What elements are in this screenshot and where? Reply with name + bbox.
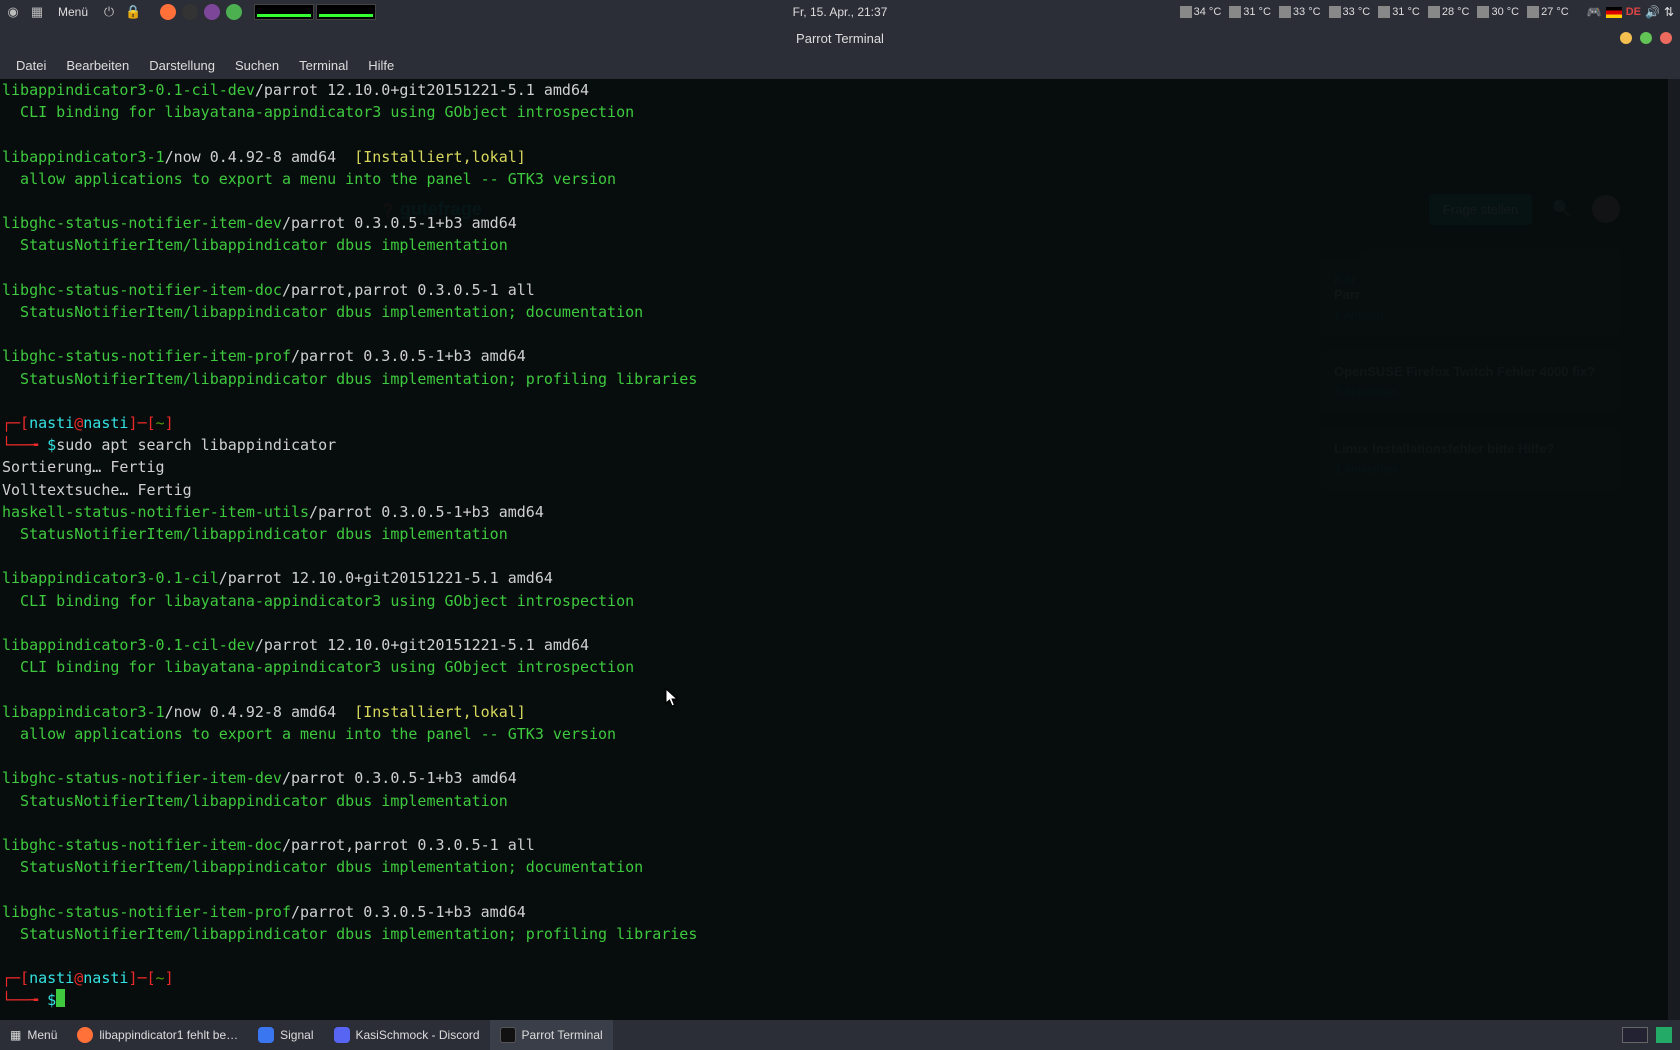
- volume-icon[interactable]: 🔊: [1645, 5, 1660, 19]
- taskbar-item-discord[interactable]: KasiSchmock - Discord: [324, 1020, 490, 1050]
- top-panel: ◉ ▦ Menü ⏻ 🔒 Fr, 15. Apr., 21:37 34 °C 3…: [0, 0, 1680, 24]
- menu-view[interactable]: Darstellung: [139, 54, 225, 77]
- window-maximize-icon[interactable]: [1640, 32, 1652, 44]
- tor-icon[interactable]: [204, 4, 220, 20]
- temp-sensor: 30 °C: [1475, 6, 1521, 18]
- system-monitor-applet[interactable]: [254, 4, 376, 20]
- signal-icon: [258, 1027, 274, 1043]
- taskbar-item-terminal[interactable]: Parrot Terminal: [490, 1020, 613, 1050]
- temp-sensor: 33 °C: [1327, 6, 1373, 18]
- workspace-switcher[interactable]: [1622, 1027, 1648, 1043]
- app-icon[interactable]: [226, 4, 242, 20]
- keyboard-layout-label: DE: [1626, 6, 1641, 18]
- window-title: Parrot Terminal: [796, 31, 884, 46]
- taskbar-menu[interactable]: ▦ Menü: [0, 1020, 67, 1050]
- menu-help[interactable]: Hilfe: [358, 54, 404, 77]
- temp-sensor: 33 °C: [1277, 6, 1323, 18]
- terminal-menubar: Datei Bearbeiten Darstellung Suchen Term…: [0, 52, 1680, 79]
- menu-terminal[interactable]: Terminal: [289, 54, 358, 77]
- temp-sensor: 27 °C: [1525, 6, 1571, 18]
- parrot-logo-icon[interactable]: ◉: [4, 3, 22, 21]
- menu-file[interactable]: Datei: [6, 54, 56, 77]
- net-graph: [316, 4, 376, 20]
- menu-button[interactable]: Menü: [52, 5, 94, 19]
- window-close-icon[interactable]: [1660, 32, 1672, 44]
- firefox-icon: [77, 1027, 93, 1043]
- temp-sensor: 34 °C: [1178, 6, 1224, 18]
- taskbar-item-firefox[interactable]: libappindicator1 fehlt be…: [67, 1020, 248, 1050]
- firefox-icon[interactable]: [160, 4, 176, 20]
- apps-grid-icon: ▦: [10, 1028, 21, 1042]
- power-icon[interactable]: ⏻: [100, 3, 118, 21]
- cpu-graph: [254, 4, 314, 20]
- taskbar-item-signal[interactable]: Signal: [248, 1020, 323, 1050]
- keyboard-layout-flag-icon[interactable]: [1606, 7, 1622, 18]
- terminal-icon: [500, 1027, 516, 1043]
- temp-sensor: 28 °C: [1426, 6, 1472, 18]
- taskbar: ▦ Menü libappindicator1 fehlt be… Signal…: [0, 1020, 1680, 1050]
- network-icon[interactable]: ⇅: [1664, 5, 1674, 19]
- window-titlebar[interactable]: Parrot Terminal: [0, 24, 1680, 52]
- menu-edit[interactable]: Bearbeiten: [56, 54, 139, 77]
- terminal-output[interactable]: libappindicator3-0.1-cil-dev/parrot 12.1…: [0, 79, 1668, 1020]
- terminal-icon[interactable]: [182, 4, 198, 20]
- show-desktop-icon[interactable]: [1656, 1027, 1672, 1043]
- temp-sensor: 31 °C: [1376, 6, 1422, 18]
- menu-search[interactable]: Suchen: [225, 54, 289, 77]
- clock[interactable]: Fr, 15. Apr., 21:37: [793, 5, 888, 19]
- discord-icon: [334, 1027, 350, 1043]
- apps-grid-icon[interactable]: ▦: [28, 3, 46, 21]
- discord-tray-icon[interactable]: 🎮: [1587, 5, 1602, 19]
- window-minimize-icon[interactable]: [1620, 32, 1632, 44]
- lock-icon[interactable]: 🔒: [124, 3, 142, 21]
- temp-sensor: 31 °C: [1227, 6, 1273, 18]
